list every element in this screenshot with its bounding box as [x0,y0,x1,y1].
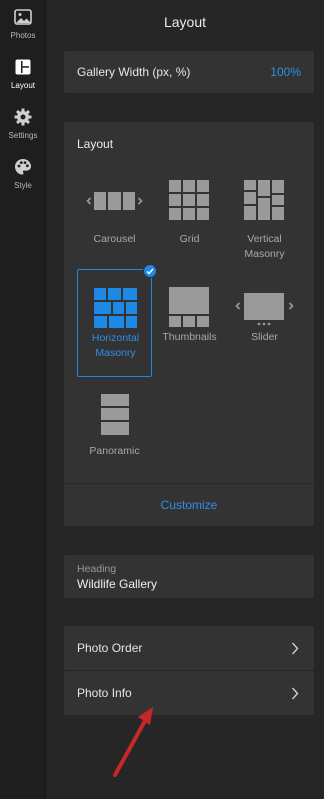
layout-option-panoramic[interactable]: Panoramic [77,383,152,491]
gallery-width-value[interactable]: 100% [270,65,301,79]
sidebar-rail: Photos Layout Settings Style [0,0,46,799]
gallery-width-label: Gallery Width (px, %) [77,65,191,79]
layout-icon [13,57,33,77]
gallery-width-field[interactable]: Gallery Width (px, %) 100% [64,51,314,93]
sidebar-item-photos[interactable]: Photos [0,0,46,48]
slider-icon [227,269,302,327]
layout-option-thumbnails[interactable]: Thumbnails [152,269,227,377]
layout-section-title: Layout [77,137,114,151]
layout-option-label: Horizontal Masonry [91,332,140,359]
layout-options-card: Layout Carousel Grid Vertical Masonry Ho… [64,122,314,526]
photo-order-label: Photo Order [77,641,143,655]
carousel-icon [77,171,152,229]
layout-option-carousel[interactable]: Carousel [77,171,152,279]
layout-option-label: Slider [251,331,278,343]
layout-option-label: Panoramic [89,445,140,457]
sidebar-item-style[interactable]: Style [0,150,46,198]
photo-order-row[interactable]: Photo Order [64,626,314,670]
annotation-arrow-icon [113,707,153,777]
photo-info-label: Photo Info [77,686,132,700]
image-icon [13,7,33,27]
customize-button[interactable]: Customize [64,484,314,526]
sidebar-item-label: Style [14,181,32,190]
heading-label: Heading [77,563,117,575]
panel-title: Layout [163,14,207,30]
sidebar-item-label: Photos [10,31,36,40]
vertical-masonry-icon [227,171,302,229]
chevron-right-icon [291,641,301,655]
layout-option-label: Grid [179,233,200,245]
layout-option-vertical-masonry[interactable]: Vertical Masonry [227,171,302,279]
layout-option-horizontal-masonry[interactable]: Horizontal Masonry [77,264,157,377]
gear-icon [13,107,33,127]
layout-option-slider[interactable]: Slider [227,269,302,377]
sidebar-item-layout[interactable]: Layout [0,50,46,98]
photo-info-row[interactable]: Photo Info [64,671,314,715]
layout-option-label: Carousel [93,233,136,245]
heading-value[interactable]: Wildlife Gallery [77,577,301,591]
panoramic-icon [77,383,152,441]
layout-option-label: Thumbnails [162,331,217,343]
heading-field[interactable]: Heading Wildlife Gallery [64,555,314,598]
horizontal-masonry-icon [78,270,153,328]
sidebar-item-settings[interactable]: Settings [0,100,46,148]
sidebar-item-label: Settings [8,131,38,140]
thumbnails-icon [152,269,227,327]
chevron-right-icon [291,686,301,700]
palette-icon [13,157,33,177]
grid-icon [152,171,227,229]
layout-panel: Layout Gallery Width (px, %) 100% Layout… [46,0,324,799]
sidebar-item-label: Layout [10,81,36,90]
layout-option-grid[interactable]: Grid [152,171,227,279]
layout-option-label: Vertical Masonry [244,233,285,260]
